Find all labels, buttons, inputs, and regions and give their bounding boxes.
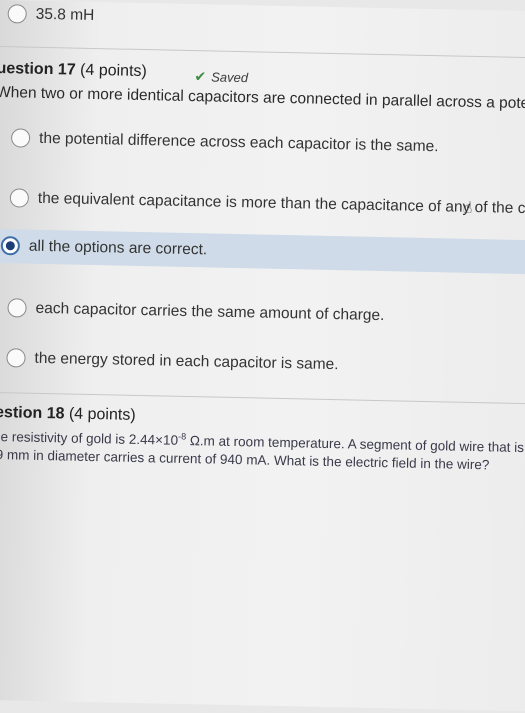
option-same-charge[interactable]: each capacitor carries the same amount o… [7, 298, 385, 325]
radio-button[interactable] [7, 4, 27, 24]
prev-option-35-8mh[interactable]: 35.8 mH [7, 4, 95, 25]
question-17-title: uestion 17 [0, 59, 76, 79]
saved-status: ✔ Saved [194, 68, 248, 86]
saved-label: Saved [211, 69, 249, 86]
divider [0, 45, 525, 60]
option-potential-difference[interactable]: the potential difference across each cap… [10, 128, 439, 156]
option-label: 35.8 mH [35, 5, 95, 24]
option-equivalent-capacitance[interactable]: the equivalent capacitance is more than … [9, 188, 525, 219]
question-18-points: (4 points) [68, 405, 136, 424]
option-same-energy[interactable]: the energy stored in each capacitor is s… [6, 348, 339, 374]
radio-button[interactable] [9, 188, 30, 208]
option-label: the energy stored in each capacitor is s… [34, 349, 339, 373]
radio-button[interactable] [7, 298, 27, 318]
question-17-points: (4 points) [79, 61, 148, 81]
option-label: the potential difference across each cap… [38, 129, 439, 155]
check-icon: ✔ [194, 68, 207, 85]
option-label: the equivalent capacitance is more than … [37, 189, 525, 218]
question-17-stem: When two or more identical capacitors ar… [0, 83, 525, 114]
hand-pointer-icon: ☝ [462, 199, 473, 217]
quiz-page: 35.8 mH uestion 17 (4 points) ✔ Saved Wh… [0, 0, 525, 712]
option-label: all the options are correct. [28, 237, 208, 258]
divider [0, 391, 525, 406]
option-label: each capacitor carries the same amount o… [35, 299, 385, 324]
radio-button[interactable] [6, 348, 26, 368]
question-17-header: uestion 17 (4 points) [0, 60, 147, 81]
radio-button-selected[interactable] [0, 236, 21, 256]
radio-button[interactable] [10, 128, 31, 148]
question-18-header: uestion 18 (4 points) [0, 404, 136, 425]
question-18-title: uestion 18 [0, 403, 65, 423]
